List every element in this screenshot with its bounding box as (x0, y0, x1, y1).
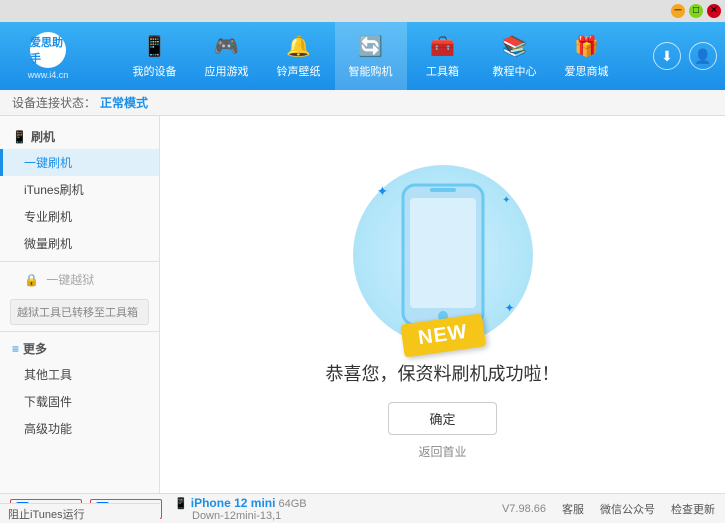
nav-label-apps-games: 应用游戏 (205, 63, 249, 79)
more-section-icon: ≡ (12, 342, 19, 356)
nav-label-smart-shop: 智能购机 (349, 63, 393, 79)
nav-item-my-device[interactable]: 📱 我的设备 (119, 22, 191, 90)
sidebar-item-other-tools[interactable]: 其他工具 (0, 361, 159, 388)
logo-url: www.i4.cn (28, 70, 69, 80)
sparkle-1: ✦ (377, 183, 389, 200)
title-bar: ─ □ ✕ (0, 0, 725, 22)
itunes-status-label: 阻止iTunes运行 (8, 506, 85, 522)
nav-item-ringtones[interactable]: 🔔 铃声壁纸 (263, 22, 335, 90)
store-icon: 🎁 (574, 34, 599, 59)
circle-bg: ✦ ✦ ✦ (353, 165, 533, 345)
sidebar-item-one-key-flash[interactable]: 一键刷机 (0, 149, 159, 176)
logo-area: 爱思助手 www.i4.cn (8, 32, 88, 80)
toolbox-icon: 🧰 (430, 34, 455, 59)
sidebar-item-download-firmware[interactable]: 下载固件 (0, 388, 159, 415)
sidebar-divider-1 (0, 261, 159, 262)
apps-games-icon: 🎮 (214, 34, 239, 59)
nav-label-tutorials: 教程中心 (493, 63, 537, 79)
device-icon: 📱 (174, 498, 188, 510)
logo-icon: 爱思助手 (30, 32, 66, 68)
header-right: ⬇ 👤 (653, 42, 717, 70)
download-button[interactable]: ⬇ (653, 42, 681, 70)
phone-svg (398, 180, 488, 330)
device-system: Down-12mini-13,1 (174, 510, 281, 522)
sidebar-item-itunes-flash[interactable]: iTunes刷机 (0, 176, 159, 203)
header: 爱思助手 www.i4.cn 📱 我的设备 🎮 应用游戏 🔔 铃声壁纸 🔄 智能… (0, 22, 725, 90)
flash-section-icon: 📱 (12, 130, 27, 144)
update-link[interactable]: 检查更新 (671, 501, 715, 517)
bottom-right: V7.98.66 客服 微信公众号 检查更新 (502, 501, 715, 517)
jailbreak-section-icon: 🔒 (24, 273, 39, 287)
maximize-button[interactable]: □ (689, 4, 703, 18)
nav-label-toolbox: 工具箱 (426, 63, 459, 79)
sidebar-divider-2 (0, 331, 159, 332)
smart-shop-icon: 🔄 (358, 34, 383, 59)
sidebar: 📱 刷机 一键刷机 iTunes刷机 专业刷机 微量刷机 🔒 一键越狱 越狱工具… (0, 116, 160, 493)
sidebar-info-jailbreak: 越狱工具已转移至工具箱 (10, 299, 149, 325)
nav-item-tutorials[interactable]: 📚 教程中心 (479, 22, 551, 90)
confirm-button[interactable]: 确定 (388, 402, 496, 435)
user-button[interactable]: 👤 (689, 42, 717, 70)
minimize-button[interactable]: ─ (671, 4, 685, 18)
sidebar-item-advanced[interactable]: 高级功能 (0, 415, 159, 442)
nav-item-store[interactable]: 🎁 爱思商城 (551, 22, 623, 90)
sparkle-3: ✦ (504, 301, 514, 315)
nav-label-my-device: 我的设备 (133, 63, 177, 79)
jailbreak-section-label: 一键越狱 (46, 273, 94, 287)
nav-label-store: 爱思商城 (565, 63, 609, 79)
version-label: V7.98.66 (502, 503, 546, 515)
sidebar-item-save-flash[interactable]: 微量刷机 (0, 230, 159, 257)
nav-items: 📱 我的设备 🎮 应用游戏 🔔 铃声壁纸 🔄 智能购机 🧰 工具箱 📚 教程中心… (88, 22, 653, 90)
tutorials-icon: 📚 (502, 34, 527, 59)
device-info: 📱 iPhone 12 mini 64GB Down-12mini-13,1 (174, 496, 307, 522)
device-storage: 64GB (279, 498, 307, 510)
main-area: 📱 刷机 一键刷机 iTunes刷机 专业刷机 微量刷机 🔒 一键越狱 越狱工具… (0, 116, 725, 493)
device-name: iPhone 12 mini (191, 496, 276, 510)
flash-section-label: 刷机 (31, 128, 55, 145)
sidebar-header-jailbreak: 🔒 一键越狱 (0, 266, 159, 293)
sidebar-header-more: ≡ 更多 (0, 336, 159, 361)
status-bar: 设备连接状态： 正常模式 (0, 90, 725, 116)
nav-item-toolbox[interactable]: 🧰 工具箱 (407, 22, 479, 90)
wechat-link[interactable]: 微信公众号 (600, 501, 655, 517)
sparkle-2: ✦ (502, 195, 510, 206)
my-device-icon: 📱 (142, 34, 167, 59)
success-illustration: ✦ ✦ ✦ NEW (343, 150, 543, 360)
more-section-label: 更多 (23, 340, 47, 357)
close-button[interactable]: ✕ (707, 4, 721, 18)
status-value: 正常模式 (100, 94, 148, 111)
ringtones-icon: 🔔 (286, 34, 311, 59)
support-link[interactable]: 客服 (562, 501, 584, 517)
content-area: ✦ ✦ ✦ NEW 恭喜您，保资料刷机成功啦！ 确定 返回首业 (160, 116, 725, 493)
home-link[interactable]: 返回首业 (418, 443, 466, 460)
success-text: 恭喜您，保资料刷机成功啦！ (326, 360, 560, 386)
itunes-status-bar: 阻止iTunes运行 (0, 503, 160, 523)
nav-label-ringtones: 铃声壁纸 (277, 63, 321, 79)
sidebar-header-flash: 📱 刷机 (0, 124, 159, 149)
nav-item-apps-games[interactable]: 🎮 应用游戏 (191, 22, 263, 90)
status-label: 设备连接状态： (12, 94, 96, 111)
nav-item-smart-shop[interactable]: 🔄 智能购机 (335, 22, 407, 90)
sidebar-item-pro-flash[interactable]: 专业刷机 (0, 203, 159, 230)
